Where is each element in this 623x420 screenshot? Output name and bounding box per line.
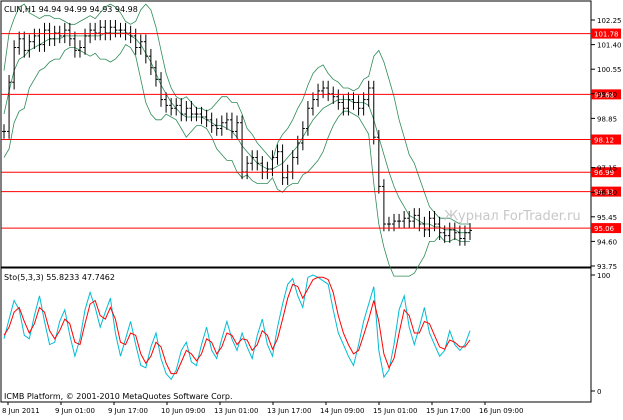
time-tick-label: 14 Jun 09:00 (320, 407, 364, 415)
time-tick-label: 8 Jun 2011 (2, 407, 40, 415)
time-axis: 8 Jun 2011 9 Jun 01:00 9 Jun 17:00 10 Jun 0… (2, 402, 523, 415)
copyright-text: ICMB Platform, © 2001-2010 MetaQuotes So… (4, 392, 233, 401)
price-tick-label: 93.75 (597, 263, 617, 271)
chart-header: CLIN,H1 94.94 94.99 94.93 94.98 (4, 5, 138, 14)
stochastic-tick-label: 0 (597, 388, 601, 396)
price-tick-label: 95.45 (597, 214, 617, 222)
trading-terminal-window: 101.78 99.68 98.12 96.99 96.32 95.06 102.25 10… (0, 0, 623, 416)
price-tick-label: 99.70 (597, 91, 617, 99)
time-tick-label: 9 Jun 01:00 (55, 407, 95, 415)
price-chart-svg[interactable]: 101.7899.6898.1296.9996.3295.06 102.2510… (0, 0, 623, 416)
time-tick-label: 16 Jun 09:00 (479, 407, 523, 415)
price-tick-label: 102.25 (597, 17, 622, 25)
stochastic-tick-label: 100 (597, 272, 610, 280)
price-tick-label: 98.85 (597, 115, 617, 123)
time-tick-label: 13 Jun 17:00 (267, 407, 311, 415)
time-tick-label: 10 Jun 09:00 (161, 407, 205, 415)
time-tick-label: 13 Jun 01:00 (214, 407, 258, 415)
main-chart-frame (0, 0, 592, 268)
level-price-label: 101.78 (594, 31, 619, 39)
time-tick-label: 9 Jun 17:00 (108, 407, 148, 415)
time-tick-label: 15 Jun 01:00 (373, 407, 417, 415)
level-price-label: 95.06 (594, 225, 615, 233)
price-tick-label: 100.55 (597, 66, 622, 74)
watermark-text: Журнал ForTrader.ru (444, 209, 581, 224)
price-tick-label: 97.15 (597, 165, 617, 173)
price-tick-label: 101.40 (597, 42, 622, 50)
level-price-label: 98.12 (594, 137, 614, 145)
price-tick-label: 96.30 (597, 189, 617, 197)
time-tick-label: 15 Jun 17:00 (426, 407, 470, 415)
stochastic-header: Sto(5,3,3) 55.8233 47.7462 (4, 273, 115, 282)
price-tick-label: 94.60 (597, 238, 617, 246)
